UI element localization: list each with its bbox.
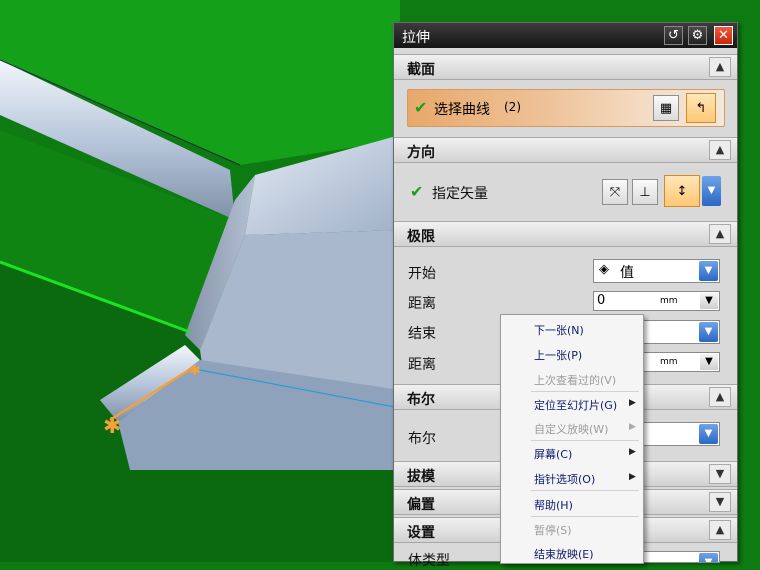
start-type-select[interactable]: ◈ 值 ▼ xyxy=(593,259,720,283)
specify-vector-label: 指定矢量 xyxy=(432,186,488,202)
menu-item-custom-show: 自定义放映(W) xyxy=(534,423,609,436)
end-label: 结束 xyxy=(408,326,436,342)
dialog-titlebar[interactable]: 拉伸 ↺ ⚙ ✕ xyxy=(394,23,737,48)
menu-item-pointer-options[interactable]: 指针选项(O) xyxy=(534,471,595,487)
section-title: 方向 xyxy=(407,145,435,161)
select-curve-label: 选择曲线 xyxy=(434,102,490,118)
section-header-limits[interactable]: 极限 ▲ xyxy=(394,221,737,247)
down-arrow-icon[interactable]: ▼ xyxy=(700,354,718,370)
vector-type-dropdown[interactable]: ▼ xyxy=(700,175,722,207)
chevron-down-icon[interactable]: ▼ xyxy=(709,464,731,484)
body-type-label: 体类型 xyxy=(408,553,450,569)
menu-item-end-show[interactable]: 结束放映(E) xyxy=(534,546,594,562)
section-title: 拔模 xyxy=(407,469,435,485)
submenu-arrow-icon: ▶ xyxy=(629,447,636,457)
curve-endpoint-2: ✱ xyxy=(189,363,201,379)
check-icon: ✔ xyxy=(414,98,428,117)
chevron-up-icon[interactable]: ▲ xyxy=(709,57,731,77)
menu-item-go-to-slide[interactable]: 定位至幻灯片(G) xyxy=(534,397,617,413)
section-header-curve[interactable]: 截面 ▲ xyxy=(394,54,737,80)
selection-count: (2) xyxy=(504,100,521,114)
chevron-up-icon[interactable]: ▲ xyxy=(709,387,731,407)
check-icon: ✔ xyxy=(410,182,424,201)
section-title: 偏置 xyxy=(407,497,435,513)
submenu-arrow-icon: ▶ xyxy=(629,422,636,432)
menu-item-previous[interactable]: 上一张(P) xyxy=(534,347,582,363)
boolean-label: 布尔 xyxy=(408,431,436,447)
curve-select-icon[interactable]: ↰ xyxy=(686,93,716,123)
distance-label: 距离 xyxy=(408,296,436,312)
menu-item-pause: 暂停(S) xyxy=(534,524,572,537)
menu-separator xyxy=(531,440,639,441)
chevron-down-icon[interactable]: ▼ xyxy=(702,176,721,206)
start-type-value: 值 xyxy=(620,265,634,281)
reverse-direction-icon[interactable]: ⤧ xyxy=(602,179,628,205)
submenu-arrow-icon: ▶ xyxy=(629,472,636,482)
vector-constructor-icon[interactable]: ⊥ xyxy=(632,179,658,205)
end-distance-label: 距离 xyxy=(408,357,436,373)
submenu-arrow-icon: ▶ xyxy=(629,398,636,408)
menu-separator xyxy=(531,490,639,491)
start-label: 开始 xyxy=(408,266,436,282)
section-title: 截面 xyxy=(407,62,435,78)
down-arrow-icon[interactable]: ▼ xyxy=(700,293,718,309)
chevron-up-icon[interactable]: ▲ xyxy=(709,224,731,244)
chevron-down-icon[interactable]: ▼ xyxy=(699,322,718,342)
menu-separator xyxy=(531,391,639,392)
section-title: 极限 xyxy=(407,229,435,245)
vector-type-icon[interactable]: ↕ xyxy=(664,175,700,207)
section-title: 布尔 xyxy=(407,392,435,408)
menu-item-screen[interactable]: 屏幕(C) xyxy=(534,446,572,462)
chevron-down-icon[interactable]: ▼ xyxy=(699,424,718,444)
context-menu: 下一张(N) 上一张(P) 上次查看过的(V) 定位至幻灯片(G) ▶ 自定义放… xyxy=(500,314,644,564)
sketch-section-icon[interactable]: ▦ xyxy=(653,95,679,121)
curve-endpoint-1: ✱ xyxy=(103,414,121,439)
chevron-down-icon[interactable]: ▼ xyxy=(699,261,718,281)
settings-gear-icon[interactable]: ⚙ xyxy=(688,26,707,45)
section-title: 设置 xyxy=(407,525,435,541)
menu-item-last-viewed: 上次查看过的(V) xyxy=(534,374,617,387)
dialog-title: 拉伸 xyxy=(402,30,430,46)
menu-item-next[interactable]: 下一张(N) xyxy=(534,322,584,338)
start-distance-value: 0 xyxy=(597,293,606,308)
reset-icon[interactable]: ↺ xyxy=(664,26,683,45)
section-header-direction[interactable]: 方向 ▲ xyxy=(394,137,737,163)
chevron-down-icon[interactable]: ▼ xyxy=(709,492,731,512)
cube-icon: ◈ xyxy=(599,262,609,277)
unit-label: mm xyxy=(660,296,678,306)
chevron-up-icon[interactable]: ▲ xyxy=(709,520,731,540)
unit-label: mm xyxy=(660,357,678,367)
start-distance-input[interactable]: 0 mm ▼ xyxy=(593,291,720,311)
chevron-up-icon[interactable]: ▲ xyxy=(709,140,731,160)
menu-item-help[interactable]: 帮助(H) xyxy=(534,497,573,513)
close-icon[interactable]: ✕ xyxy=(714,26,733,45)
menu-separator xyxy=(531,516,639,517)
